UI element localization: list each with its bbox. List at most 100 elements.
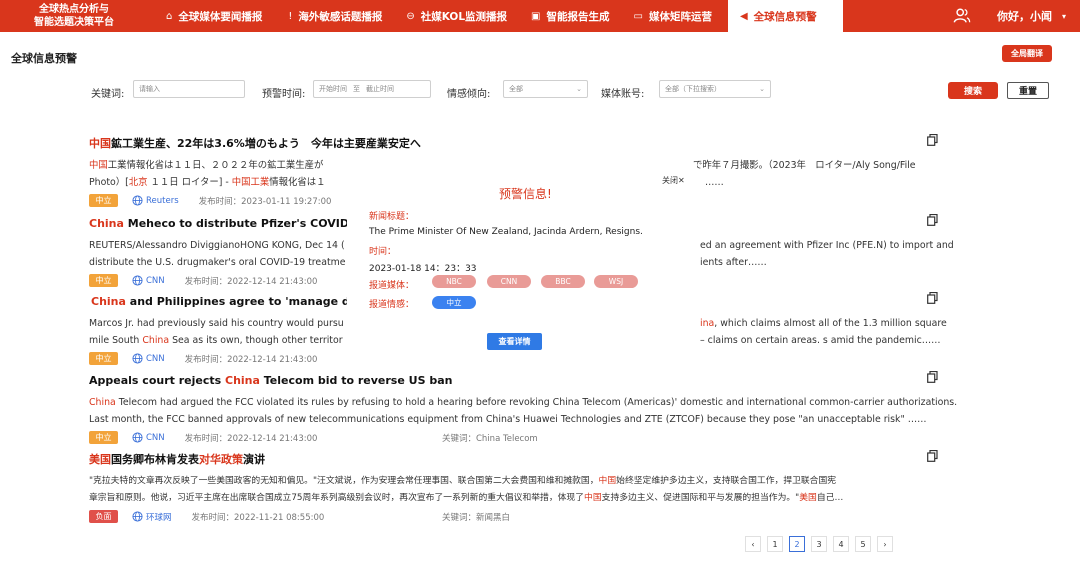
reset-button[interactable]: 重置 [1007,82,1049,99]
nav-label: 全球信息预警 [753,10,817,23]
popup-sentiment-badge: 中立 [432,296,476,309]
top-nav-bar: 全球热点分析与 智能选题决策平台 ⌂ 全球媒体要闻播报 ! 海外敏感话题播报 ⊖… [0,0,1080,32]
chevron-down-icon: ⌄ [759,85,765,93]
report-icon: ▣ [531,10,541,22]
globe-icon [132,511,143,522]
user-greeting: 你好，小闻 [996,10,1052,23]
popup-news-title: The Prime Minister Of New Zealand, Jacin… [369,227,643,237]
close-button[interactable]: 关闭✕ [662,175,685,186]
search-button[interactable]: 搜索 [948,82,998,99]
news-keyword: 关键词：China Telecom [442,433,538,444]
publish-time: 发布时间：2022-12-14 21:43:00 [184,433,318,444]
global-translate-button[interactable]: 全局翻译 [1002,45,1052,62]
speaker-icon: ◀ [739,10,748,22]
user-group-icon [953,8,971,23]
time-end-placeholder: 截止时间 [366,85,394,93]
nav-smart-report[interactable]: ▣ 智能报告生成 [521,0,619,32]
brand-line-2: 智能选题决策平台 [34,17,114,28]
time-start-placeholder: 开始时间 [319,85,347,93]
news-summary: China Telecom had argued the FCC violate… [89,397,958,425]
chevron-down-icon: ⌄ [576,85,582,93]
alert-time-range-input[interactable]: 开始时间 至 截止时间 [313,80,431,98]
nav-global-media-news[interactable]: ⌂ 全球媒体要闻播报 [156,0,272,32]
page-button-3[interactable]: 3 [811,536,827,552]
page-button-1[interactable]: 1 [767,536,783,552]
media-tag: NBC [432,275,476,288]
popup-news-title-label: 新闻标题： [369,212,415,222]
sentiment-label: 情感倾向: [447,89,491,100]
nav-social-kol-monitor[interactable]: ⊖ 社媒KOL监测播报 [396,0,517,32]
sentiment-badge: 负面 [89,510,118,523]
news-title[interactable]: Appeals court rejects China Telecom bid … [89,373,969,389]
page-button-2[interactable]: 2 [789,536,805,552]
keyword-placeholder: 请输入 [139,85,160,93]
publish-time: 发布时间：2022-12-14 21:43:00 [184,276,318,287]
page-button-4[interactable]: 4 [833,536,849,552]
news-source-link[interactable]: CNN [132,353,165,364]
time-range-separator: 至 [353,85,360,93]
news-title[interactable]: 美国国务卿布林肯发表对华政策演讲 [89,452,969,468]
sentiment-select-value: 全部 [509,85,523,93]
popup-sentiment-label: 报道情感： [369,300,415,310]
page-button-5[interactable]: 5 [855,536,871,552]
next-page-button[interactable]: › [877,536,893,552]
news-item[interactable]: Appeals court rejects China Telecom bid … [89,371,969,445]
news-source-link[interactable]: 环球网 [132,511,172,523]
user-menu[interactable]: 你好，小闻 ▾ [953,0,1080,32]
nav-label: 社媒KOL监测播报 [420,10,508,23]
globe-icon [132,353,143,364]
globe-icon [132,275,143,286]
brand-logo[interactable]: 全球热点分析与 智能选题决策平台 [0,0,148,32]
prev-page-button[interactable]: ‹ [745,536,761,552]
keyword-label: 关键词: [91,89,125,100]
globe-icon [132,195,143,206]
globe-icon [132,432,143,443]
media-account-label: 媒体账号: [601,89,645,100]
sentiment-badge: 中立 [89,194,118,207]
page-title: 全球信息预警 [11,52,77,65]
media-tag: CNN [487,275,531,288]
media-tag: BBC [541,275,585,288]
sentiment-badge: 中立 [89,352,118,365]
news-meta: 中立 CNN 发布时间：2022-12-14 21:43:00 关键词：Chin… [89,430,969,445]
pagination: ‹ 1 2 3 4 5 › [745,536,899,552]
news-title[interactable]: 中国鉱工業生産、22年は3.6%増のもよう 今年は主要産業安定へ [89,136,969,152]
screen-icon: ▭ [633,10,643,22]
publish-time: 发布时间：2023-01-11 19:27:00 [198,196,332,207]
keyword-input[interactable]: 请输入 [133,80,245,98]
nav-media-matrix[interactable]: ▭ 媒体矩阵运营 [624,0,722,32]
nav-overseas-sensitive-topics[interactable]: ! 海外敏感话题播报 [278,0,392,32]
chevron-down-icon: ▾ [1061,11,1066,21]
copy-icon[interactable] [927,292,938,304]
copy-icon[interactable] [927,134,938,146]
news-source-link[interactable]: Reuters [132,195,179,206]
media-account-select[interactable]: 全部（下拉搜索） ⌄ [659,80,771,98]
sentiment-select[interactable]: 全部 ⌄ [503,80,588,98]
brand-line-1: 全球热点分析与 [39,4,109,15]
popup-time-value: 2023-01-18 14：23：33 [369,264,477,274]
news-keyword: 关键词：新闻黑白 [442,512,511,523]
nav-label: 海外敏感话题播报 [298,10,383,23]
alert-icon: ! [288,10,293,22]
copy-icon[interactable] [927,450,938,462]
news-source-link[interactable]: CNN [132,432,165,443]
nav-global-alert[interactable]: ◀ 全球信息预警 [727,0,843,32]
view-details-button[interactable]: 查看详情 [487,333,542,350]
monitor-icon: ⊖ [406,10,415,22]
publish-time: 发布时间：2022-11-21 08:55:00 [191,512,325,523]
nav-label: 智能报告生成 [546,10,610,23]
alert-time-label: 预警时间: [262,89,306,100]
popup-time-label: 时间： [369,247,397,257]
media-account-select-value: 全部（下拉搜索） [665,85,721,93]
home-icon: ⌂ [166,10,173,22]
news-source-link[interactable]: CNN [132,275,165,286]
publish-time: 发布时间：2022-12-14 21:43:00 [184,354,318,365]
news-summary: "克拉夫特的文章再次反映了一些美国政客的无知和偏见。"汪文斌说，作为安理会常任理… [89,476,844,503]
news-meta: 负面 环球网 发布时间：2022-11-21 08:55:00 关键词：新闻黑白 [89,509,969,524]
popup-title: 预警信息! [499,187,552,201]
nav-label: 媒体矩阵运营 [648,10,712,23]
copy-icon[interactable] [927,214,938,226]
news-item[interactable]: 美国国务卿布林肯发表对华政策演讲 "克拉夫特的文章再次反映了一些美国政客的无知和… [89,450,969,524]
alert-popup: 预警信息! 关闭✕ 新闻标题： The Prime Minister Of Ne… [347,163,697,358]
copy-icon[interactable] [927,371,938,383]
